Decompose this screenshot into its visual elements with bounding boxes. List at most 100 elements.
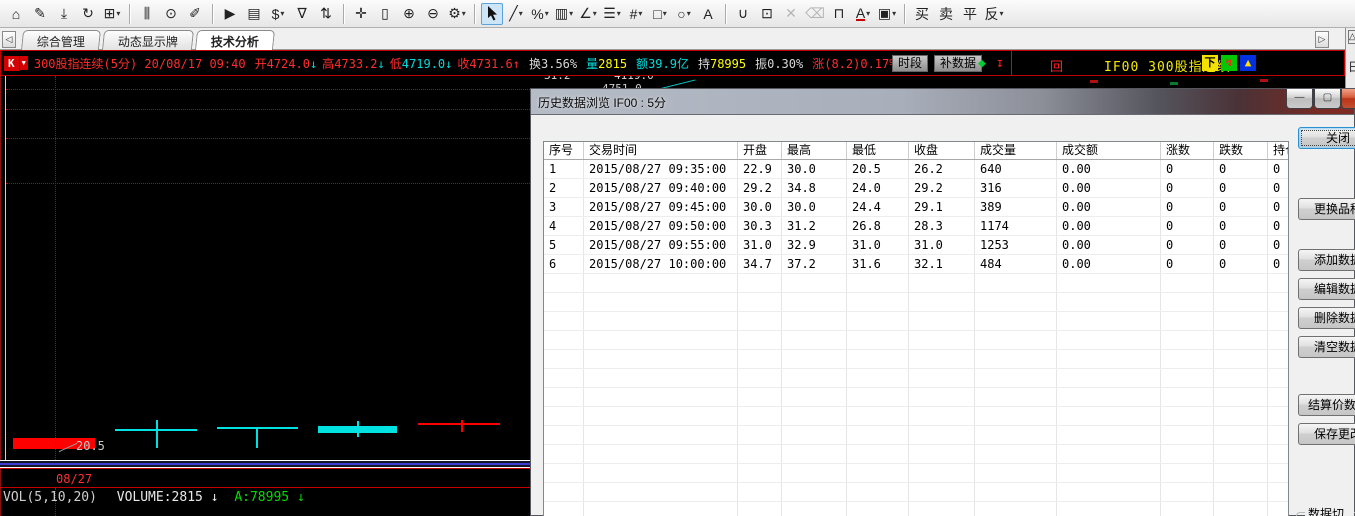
status-diamond-icon[interactable]: ◆: [978, 56, 986, 71]
save-drawing-icon[interactable]: ▣▾: [876, 3, 898, 25]
rectangle-tool-dropdown-icon[interactable]: ▾: [663, 9, 667, 18]
angle-tool-icon[interactable]: ∠▾: [577, 3, 599, 25]
lock-icon[interactable]: ⊓: [828, 3, 850, 25]
column-header[interactable]: 序号: [544, 142, 584, 159]
table-row[interactable]: 22015/08/27 09:40:0029.234.824.029.23160…: [544, 179, 1288, 198]
channel-tool-dropdown-icon[interactable]: ▾: [617, 9, 621, 18]
kline-chart-icon[interactable]: ⫼: [136, 3, 158, 25]
column-header[interactable]: 最低: [847, 142, 909, 159]
font-color-icon[interactable]: A▾: [852, 3, 874, 25]
status-chip-button[interactable]: 补数据: [934, 55, 982, 72]
action-button[interactable]: 添加数据: [1298, 249, 1355, 271]
lightning-icon[interactable]: ↯: [1221, 55, 1237, 71]
trend-line-dropdown-icon[interactable]: ▾: [519, 9, 523, 18]
column-header[interactable]: 开盘: [738, 142, 782, 159]
trash-icon[interactable]: ⌫: [804, 3, 826, 25]
reverse-position-dropdown-icon[interactable]: ▾: [999, 9, 1003, 18]
brush-icon[interactable]: ✎: [29, 3, 51, 25]
tab-active[interactable]: 技术分析: [195, 30, 275, 50]
percent-tool-icon[interactable]: %▾: [529, 3, 551, 25]
sell-icon[interactable]: 卖: [935, 3, 957, 25]
table-row[interactable]: 52015/08/27 09:55:0031.032.931.031.01253…: [544, 236, 1288, 255]
ellipse-tool-icon[interactable]: ○▾: [673, 3, 695, 25]
layout-dropdown-icon[interactable]: ▾: [116, 9, 120, 18]
column-header[interactable]: 涨数: [1161, 142, 1214, 159]
table-row[interactable]: 12015/08/27 09:35:0022.930.020.526.26400…: [544, 160, 1288, 179]
alert-icon[interactable]: ⊙: [160, 3, 182, 25]
tab-item[interactable]: 综合管理: [21, 30, 101, 50]
zoom-out-icon[interactable]: ⊖: [422, 3, 444, 25]
reverse-position-icon[interactable]: 反▾: [983, 3, 1005, 25]
money-dropdown-icon[interactable]: ▾: [280, 9, 284, 18]
close-window-button[interactable]: ✕: [1341, 89, 1355, 109]
refresh-data-icon[interactable]: ↻: [77, 3, 99, 25]
download-data-icon[interactable]: ⤓: [53, 3, 75, 25]
angle-tool-dropdown-icon[interactable]: ▾: [593, 9, 597, 18]
pointer-icon[interactable]: [481, 3, 503, 25]
layout-icon[interactable]: ⊞▾: [101, 3, 123, 25]
status-chip-button[interactable]: 时段: [892, 55, 928, 72]
action-button[interactable]: 结算价数据: [1298, 394, 1355, 416]
edit-icon[interactable]: ✐: [184, 3, 206, 25]
gann-tool-dropdown-icon[interactable]: ▾: [569, 9, 573, 18]
tab-scroll-left-icon[interactable]: ◁: [2, 31, 16, 48]
kline-period-button[interactable]: K: [4, 56, 19, 71]
maximize-button[interactable]: ▢: [1314, 89, 1341, 109]
kline-period-dropdown-icon[interactable]: ▼: [20, 56, 28, 70]
move-icon[interactable]: ✛: [350, 3, 372, 25]
ellipse-tool-dropdown-icon[interactable]: ▾: [687, 9, 691, 18]
settings-icon[interactable]: ⚙▾: [446, 3, 468, 25]
tab-scroll-right-icon[interactable]: ▷: [1315, 31, 1329, 48]
delete-drawing-icon[interactable]: ✕: [780, 3, 802, 25]
column-header[interactable]: 收盘: [909, 142, 975, 159]
window-mode-icon[interactable]: 回: [1050, 56, 1063, 75]
home-icon[interactable]: ⌂: [5, 3, 27, 25]
table-row[interactable]: 42015/08/27 09:50:0030.331.226.828.31174…: [544, 217, 1288, 236]
pane-splitter[interactable]: [0, 460, 530, 468]
group-drawings-icon[interactable]: ⊡: [756, 3, 778, 25]
action-button[interactable]: 删除数据: [1298, 307, 1355, 329]
trend-line-icon[interactable]: ╱▾: [505, 3, 527, 25]
table-row[interactable]: 62015/08/27 10:00:0034.737.231.632.14840…: [544, 255, 1288, 274]
status-pin-icon[interactable]: ↧: [996, 56, 1004, 71]
sort-icon[interactable]: ⇅: [315, 3, 337, 25]
table-row[interactable]: 32015/08/27 09:45:0030.030.024.429.13890…: [544, 198, 1288, 217]
close-button[interactable]: 关闭: [1298, 127, 1355, 149]
action-button[interactable]: 清空数据: [1298, 336, 1355, 358]
dialog-title-bar[interactable]: 历史数据浏览 IF00 : 5分 — ▢ ✕: [531, 89, 1354, 115]
period-day-button[interactable]: 日: [1348, 58, 1355, 75]
column-header[interactable]: 成交额: [1057, 142, 1161, 159]
grid-tool-dropdown-icon[interactable]: ▾: [638, 9, 642, 18]
action-button[interactable]: 保存更改: [1298, 423, 1355, 445]
save-drawing-dropdown-icon[interactable]: ▾: [892, 9, 896, 18]
alarm-icon[interactable]: ▲: [1240, 55, 1256, 71]
minimize-button[interactable]: —: [1286, 89, 1313, 109]
zoom-in-icon[interactable]: ⊕: [398, 3, 420, 25]
percent-tool-dropdown-icon[interactable]: ▾: [545, 9, 549, 18]
buy-icon[interactable]: 买: [911, 3, 933, 25]
kline-chart-pane[interactable]: 20.5 08/27 VOL(5,10,20) VOLUME:2815 ↓ A:…: [0, 76, 530, 516]
action-button[interactable]: 编辑数据: [1298, 278, 1355, 300]
column-header[interactable]: 跌数: [1214, 142, 1268, 159]
font-color-dropdown-icon[interactable]: ▾: [866, 9, 870, 18]
gann-tool-icon[interactable]: ▥▾: [553, 3, 575, 25]
down-icon[interactable]: 下: [1202, 55, 1218, 71]
settings-dropdown-icon[interactable]: ▾: [462, 9, 466, 18]
text-tool-icon[interactable]: A: [697, 3, 719, 25]
column-header[interactable]: 交易时间: [584, 142, 738, 159]
action-button[interactable]: 更换品种: [1298, 198, 1355, 220]
rectangle-tool-icon[interactable]: □▾: [649, 3, 671, 25]
report-icon[interactable]: ▤: [243, 3, 265, 25]
play-icon[interactable]: ▶: [219, 3, 241, 25]
tab-item[interactable]: 动态显示牌: [102, 30, 194, 50]
channel-tool-icon[interactable]: ☰▾: [601, 3, 623, 25]
column-header[interactable]: 最高: [782, 142, 847, 159]
column-header[interactable]: 持仓量: [1268, 142, 1289, 159]
close-position-icon[interactable]: 平: [959, 3, 981, 25]
grid-tool-icon[interactable]: #▾: [625, 3, 647, 25]
money-icon[interactable]: $▾: [267, 3, 289, 25]
filter-icon[interactable]: ∇: [291, 3, 313, 25]
panel-toggle-icon[interactable]: △: [1348, 30, 1355, 44]
measure-icon[interactable]: ▯: [374, 3, 396, 25]
magnet-icon[interactable]: ∪: [732, 3, 754, 25]
